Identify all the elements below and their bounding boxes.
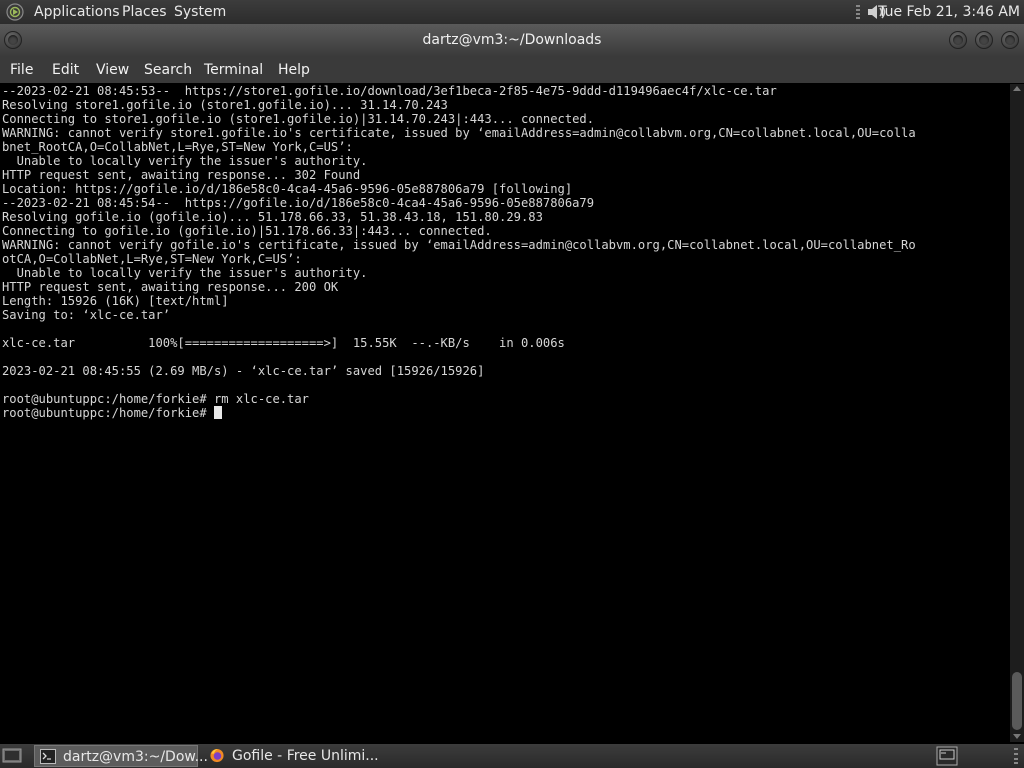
bottom-panel: dartz@vm3:~/Dow... Gofile - Free Unlimi.…	[0, 744, 1024, 768]
text-cursor	[213, 406, 222, 419]
terminal-line: --2023-02-21 08:45:54-- https://gofile.i…	[2, 196, 595, 210]
terminal-line: HTTP request sent, awaiting response... …	[2, 168, 361, 182]
menu-edit[interactable]: Edit	[52, 57, 79, 83]
terminal-line: Resolving store1.gofile.io (store1.gofil…	[2, 98, 448, 112]
terminal-line: Unable to locally verify the issuer's au…	[2, 266, 368, 280]
window-titlebar[interactable]: dartz@vm3:~/Downloads	[0, 24, 1024, 57]
menu-system[interactable]: System	[174, 0, 226, 24]
scroll-up-arrow-icon[interactable]	[1013, 86, 1021, 91]
panel-handle-icon[interactable]	[1014, 748, 1018, 764]
terminal-line: Resolving gofile.io (gofile.io)... 51.17…	[2, 210, 543, 224]
menu-applications[interactable]: Applications	[34, 0, 120, 24]
terminal-line: Connecting to gofile.io (gofile.io)|51.1…	[2, 224, 492, 238]
firefox-icon	[210, 748, 224, 763]
workspace-switcher-icon[interactable]	[936, 746, 958, 766]
terminal-line: Location: https://gofile.io/d/186e58c0-4…	[2, 182, 573, 196]
taskbar-item-label: Gofile - Free Unlimi...	[232, 748, 379, 764]
terminal-area[interactable]: --2023-02-21 08:45:53-- https://store1.g…	[0, 84, 1010, 742]
minimize-button[interactable]	[949, 31, 967, 49]
close-button[interactable]	[1001, 31, 1019, 49]
taskbar-item-terminal[interactable]: dartz@vm3:~/Dow...	[34, 745, 208, 767]
terminal-line: root@ubuntuppc:/home/forkie# rm xlc-ce.t…	[2, 392, 309, 406]
terminal-icon	[40, 749, 56, 764]
taskbar-item-firefox[interactable]: Gofile - Free Unlimi...	[204, 745, 384, 767]
terminal-line: Unable to locally verify the issuer's au…	[2, 154, 368, 168]
terminal-line: WARNING: cannot verify gofile.io's certi…	[2, 238, 916, 252]
menu-file[interactable]: File	[10, 57, 33, 83]
terminal-line: 2023-02-21 08:45:55 (2.69 MB/s) - ‘xlc-c…	[2, 364, 485, 378]
top-panel: Applications Places System Tue Feb 21, 3…	[0, 0, 1024, 24]
terminal-output: --2023-02-21 08:45:53-- https://store1.g…	[2, 84, 916, 420]
menubar: File Edit View Search Terminal Help	[0, 57, 1024, 83]
terminal-line: Connecting to store1.gofile.io (store1.g…	[2, 112, 595, 126]
menu-view[interactable]: View	[96, 57, 129, 83]
terminal-line: HTTP request sent, awaiting response... …	[2, 280, 339, 294]
window-title: dartz@vm3:~/Downloads	[422, 32, 602, 48]
clock[interactable]: Tue Feb 21, 3:46 AM	[878, 0, 1020, 24]
scroll-down-arrow-icon[interactable]	[1013, 734, 1021, 739]
menu-search[interactable]: Search	[144, 57, 192, 83]
terminal-line: Saving to: ‘xlc-ce.tar’	[2, 308, 171, 322]
menu-help[interactable]: Help	[278, 57, 310, 83]
terminal-line: xlc-ce.tar 100%[===================>] 15…	[2, 336, 565, 350]
panel-handle-icon[interactable]	[856, 5, 860, 19]
scrollbar-thumb[interactable]	[1012, 672, 1022, 730]
terminal-line: WARNING: cannot verify store1.gofile.io'…	[2, 126, 916, 140]
terminal-line: otCA,O=CollabNet,L=Rye,ST=New York,C=US’…	[2, 252, 302, 266]
maximize-button[interactable]	[975, 31, 993, 49]
menu-terminal[interactable]: Terminal	[204, 57, 263, 83]
taskbar-item-label: dartz@vm3:~/Dow...	[63, 749, 208, 765]
apps-logo-icon[interactable]	[6, 3, 24, 21]
show-desktop-icon[interactable]	[2, 747, 22, 765]
terminal-line: bnet_RootCA,O=CollabNet,L=Rye,ST=New Yor…	[2, 140, 353, 154]
terminal-line: root@ubuntuppc:/home/forkie#	[2, 406, 214, 420]
terminal-line: Length: 15926 (16K) [text/html]	[2, 294, 229, 308]
scrollbar[interactable]	[1010, 84, 1024, 742]
terminal-line: --2023-02-21 08:45:53-- https://store1.g…	[2, 84, 777, 98]
menu-places[interactable]: Places	[122, 0, 167, 24]
